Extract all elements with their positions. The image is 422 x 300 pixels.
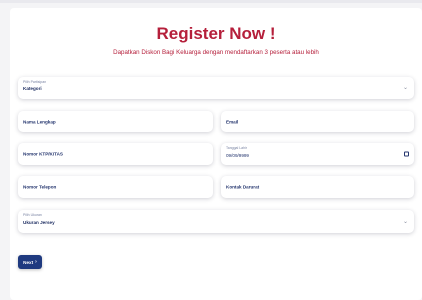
jersey-size-value: Ukuran Jersey bbox=[23, 220, 55, 225]
chevron-down-icon: ⌄ bbox=[402, 218, 408, 225]
chevron-down-icon: ⌄ bbox=[402, 85, 408, 91]
chevron-right-icon: › bbox=[35, 259, 37, 265]
emergency-contact-field[interactable]: Kontak Darurat bbox=[221, 176, 414, 198]
participant-value: Kategori bbox=[23, 86, 42, 91]
birth-date-label: Tanggal Lahir bbox=[226, 146, 248, 150]
page-subtitle: Dapatkan Diskon Bagi Keluarga dengan men… bbox=[113, 49, 319, 56]
full-name-field[interactable]: Nama Lengkap bbox=[18, 111, 213, 132]
next-button-label: Next bbox=[23, 259, 34, 265]
phone-placeholder: Nomor Telepon bbox=[23, 184, 57, 190]
next-button[interactable]: Next › bbox=[18, 255, 42, 269]
jersey-size-label: Pilih Ukuran bbox=[23, 213, 42, 217]
participant-label: Pilih Partisipan bbox=[23, 80, 47, 84]
jersey-size-select[interactable]: Pilih Ukuran Ukuran Jersey ⌄ bbox=[18, 210, 414, 233]
page-title: Register Now ! bbox=[156, 24, 276, 43]
email-field[interactable]: Email bbox=[221, 111, 414, 132]
id-number-field[interactable]: Nomor KTP/KITAS bbox=[18, 143, 213, 165]
birth-date-value: 09/09/9999 bbox=[226, 153, 249, 158]
full-name-placeholder: Nama Lengkap bbox=[23, 119, 56, 124]
emergency-contact-placeholder: Kontak Darurat bbox=[226, 184, 260, 190]
top-strip bbox=[0, 0, 422, 3]
participant-select[interactable]: Pilih Partisipan Kategori ⌄ bbox=[18, 77, 414, 99]
calendar-icon[interactable] bbox=[404, 151, 409, 157]
phone-field[interactable]: Nomor Telepon bbox=[18, 176, 213, 198]
email-placeholder: Email bbox=[226, 119, 239, 124]
id-number-placeholder: Nomor KTP/KITAS bbox=[23, 151, 63, 157]
birth-date-field[interactable]: Tanggal Lahir 09/09/9999 bbox=[221, 143, 414, 165]
